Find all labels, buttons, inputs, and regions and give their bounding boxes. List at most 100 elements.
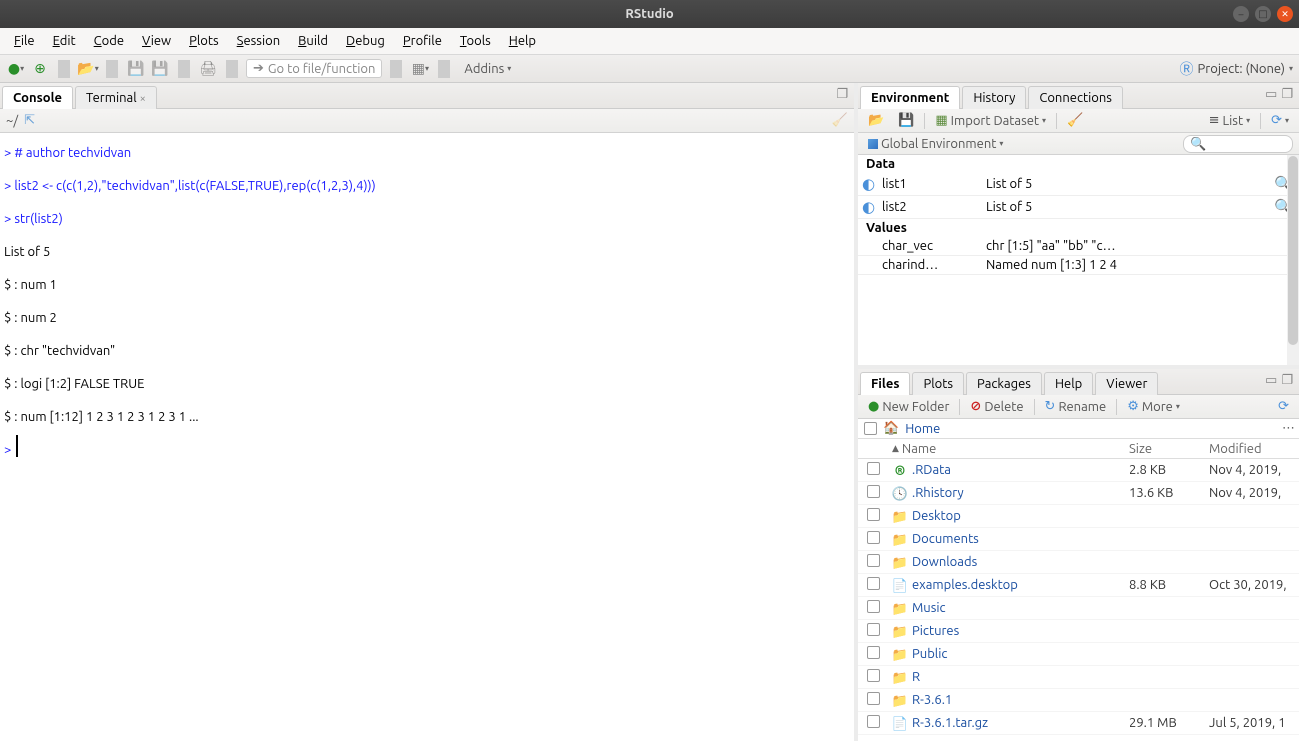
tab-environment[interactable]: Environment: [860, 86, 960, 109]
console-output[interactable]: > # author techvidvan> list2 <- c(c(1,2)…: [0, 133, 854, 741]
refresh-env-button[interactable]: ⟳▾: [1267, 112, 1293, 129]
tab-terminal[interactable]: Terminal×: [75, 86, 157, 109]
sort-by-name[interactable]: ▲Name: [888, 442, 1129, 456]
tab-console[interactable]: Console: [2, 86, 73, 109]
console-popout-icon[interactable]: ⇱: [24, 113, 35, 128]
file-name[interactable]: Pictures: [912, 624, 1129, 638]
new-file-button[interactable]: ●▾: [6, 60, 26, 78]
menu-file[interactable]: File: [6, 31, 43, 51]
file-row[interactable]: ®.RData2.8 KBNov 4, 2019,: [858, 459, 1299, 482]
tab-packages[interactable]: Packages: [966, 372, 1042, 395]
menu-help[interactable]: Help: [501, 31, 544, 51]
save-workspace-button[interactable]: 💾: [894, 112, 918, 129]
goto-file-function-input[interactable]: ➔ Go to file/function: [246, 59, 382, 78]
file-row[interactable]: 📁Pictures: [858, 620, 1299, 643]
menu-profile[interactable]: Profile: [395, 31, 450, 51]
menu-build[interactable]: Build: [290, 31, 336, 51]
window-minimize-button[interactable]: [1233, 6, 1249, 22]
grid-button[interactable]: ▦▾: [410, 60, 430, 78]
file-row[interactable]: 📁Desktop: [858, 505, 1299, 528]
pane-window-icon[interactable]: ❐: [836, 87, 848, 102]
project-selector[interactable]: Ⓡ Project: (None) ▾: [1180, 59, 1293, 79]
window-maximize-button[interactable]: [1255, 6, 1271, 22]
menu-tools[interactable]: Tools: [452, 31, 499, 51]
expand-icon[interactable]: ◐: [862, 198, 880, 216]
clear-env-button[interactable]: 🧹: [1063, 112, 1087, 129]
file-name[interactable]: examples.desktop: [912, 578, 1129, 592]
file-checkbox[interactable]: [867, 462, 880, 475]
file-name[interactable]: Public: [912, 647, 1129, 661]
sort-by-modified[interactable]: Modified: [1209, 442, 1299, 456]
file-checkbox[interactable]: [867, 646, 880, 659]
file-name[interactable]: R: [912, 670, 1129, 684]
file-checkbox[interactable]: [867, 715, 880, 728]
menu-code[interactable]: Code: [86, 31, 132, 51]
env-scope-dropdown[interactable]: Global Environment ▾: [864, 136, 1007, 152]
more-dropdown[interactable]: ⚙ More ▾: [1123, 398, 1184, 415]
pane-collapse-icon[interactable]: ▭: [1265, 87, 1277, 102]
file-name[interactable]: Music: [912, 601, 1129, 615]
file-name[interactable]: Downloads: [912, 555, 1129, 569]
menu-debug[interactable]: Debug: [338, 31, 393, 51]
window-close-button[interactable]: [1277, 6, 1293, 22]
file-name[interactable]: Documents: [912, 532, 1129, 546]
env-row[interactable]: ◐list2List of 5🔍: [858, 196, 1299, 219]
file-checkbox[interactable]: [867, 531, 880, 544]
rename-button[interactable]: ↻ Rename: [1041, 398, 1111, 415]
clear-console-icon[interactable]: 🧹: [832, 113, 848, 128]
file-checkbox[interactable]: [867, 669, 880, 682]
menu-plots[interactable]: Plots: [181, 31, 227, 51]
pane-collapse-icon[interactable]: ▭: [1265, 373, 1277, 388]
close-icon[interactable]: ×: [140, 93, 146, 105]
refresh-files-button[interactable]: ⟳: [1274, 398, 1293, 415]
file-checkbox[interactable]: [867, 554, 880, 567]
file-row[interactable]: 📁R-3.6.1: [858, 689, 1299, 712]
file-name[interactable]: .Rhistory: [912, 486, 1129, 500]
expand-icon[interactable]: ◐: [862, 175, 880, 193]
select-all-checkbox[interactable]: [864, 422, 877, 435]
file-row[interactable]: 📄R-3.6.1.tar.gz29.1 MBJul 5, 2019, 1: [858, 712, 1299, 735]
file-name[interactable]: R-3.6.1: [912, 693, 1129, 707]
sort-by-size[interactable]: Size: [1129, 442, 1209, 456]
pane-window-icon[interactable]: ❐: [1281, 87, 1293, 102]
open-file-button[interactable]: 📂▾: [78, 60, 98, 78]
breadcrumb-home[interactable]: Home: [905, 422, 940, 436]
file-name[interactable]: Desktop: [912, 509, 1129, 523]
tab-help[interactable]: Help: [1044, 372, 1093, 395]
file-checkbox[interactable]: [867, 577, 880, 590]
file-row[interactable]: 📁Public: [858, 643, 1299, 666]
env-row[interactable]: char_vecchr [1:5] "aa" "bb" "c…: [858, 237, 1299, 256]
delete-button[interactable]: ⊘ Delete: [966, 398, 1027, 415]
addins-dropdown[interactable]: Addins ▾: [458, 60, 517, 78]
file-checkbox[interactable]: [867, 600, 880, 613]
env-row[interactable]: ◐list1List of 5🔍: [858, 173, 1299, 196]
import-dataset-dropdown[interactable]: ▦ Import Dataset ▾: [931, 112, 1050, 129]
pane-window-icon[interactable]: ❐: [1281, 373, 1293, 388]
file-row[interactable]: 📁Documents: [858, 528, 1299, 551]
load-workspace-button[interactable]: 📂: [864, 112, 888, 129]
home-icon[interactable]: 🏠: [883, 421, 899, 436]
tab-viewer[interactable]: Viewer: [1095, 372, 1158, 395]
menu-view[interactable]: View: [134, 31, 179, 51]
tab-history[interactable]: History: [962, 86, 1026, 109]
file-name[interactable]: R-3.6.1.tar.gz: [912, 716, 1129, 730]
env-row[interactable]: charind…Named num [1:3] 1 2 4: [858, 256, 1299, 275]
env-search-input[interactable]: [1183, 135, 1293, 153]
file-row[interactable]: 🕓.Rhistory13.6 KBNov 4, 2019,: [858, 482, 1299, 505]
file-checkbox[interactable]: [867, 485, 880, 498]
new-folder-button[interactable]: ● New Folder: [864, 398, 953, 415]
tab-files[interactable]: Files: [860, 372, 910, 395]
file-name[interactable]: .RData: [912, 463, 1129, 477]
file-row[interactable]: 📁Downloads: [858, 551, 1299, 574]
file-row[interactable]: 📄examples.desktop8.8 KBOct 30, 2019,: [858, 574, 1299, 597]
file-row[interactable]: 📁R: [858, 666, 1299, 689]
save-button[interactable]: 💾: [126, 60, 146, 78]
print-button[interactable]: 🖨: [198, 60, 218, 78]
file-checkbox[interactable]: [867, 623, 880, 636]
menu-session[interactable]: Session: [229, 31, 288, 51]
breadcrumb-more-button[interactable]: ⋯: [1282, 421, 1295, 436]
save-all-button[interactable]: 💾: [150, 60, 170, 78]
file-checkbox[interactable]: [867, 508, 880, 521]
file-checkbox[interactable]: [867, 692, 880, 705]
menu-edit[interactable]: Edit: [45, 31, 84, 51]
